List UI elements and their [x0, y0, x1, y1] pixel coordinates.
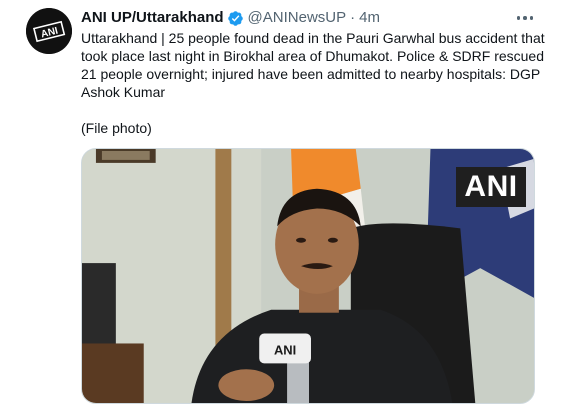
tweet-text: Uttarakhand | 25 people found dead in th… [81, 30, 545, 136]
avatar[interactable]: ANI [26, 8, 72, 54]
author-name[interactable]: ANI UP/Uttarakhand [81, 8, 224, 28]
ani-logo-icon: ANI [26, 8, 72, 54]
verified-badge-icon [227, 10, 244, 27]
media-watermark: ANI [456, 167, 526, 207]
mic-label: ANI [274, 342, 296, 357]
tweet-card[interactable]: ANI ANI UP/Uttarakhand @ANINewsUP · 4m U… [0, 0, 561, 414]
tweet-header: ANI UP/Uttarakhand @ANINewsUP · 4m [81, 8, 380, 28]
tweet-media[interactable]: ANI ANI [81, 148, 535, 404]
separator-dot: · [350, 9, 356, 26]
more-options-icon[interactable] [510, 8, 540, 28]
author-handle[interactable]: @ANINewsUP [248, 8, 347, 28]
timestamp[interactable]: 4m [359, 8, 380, 28]
